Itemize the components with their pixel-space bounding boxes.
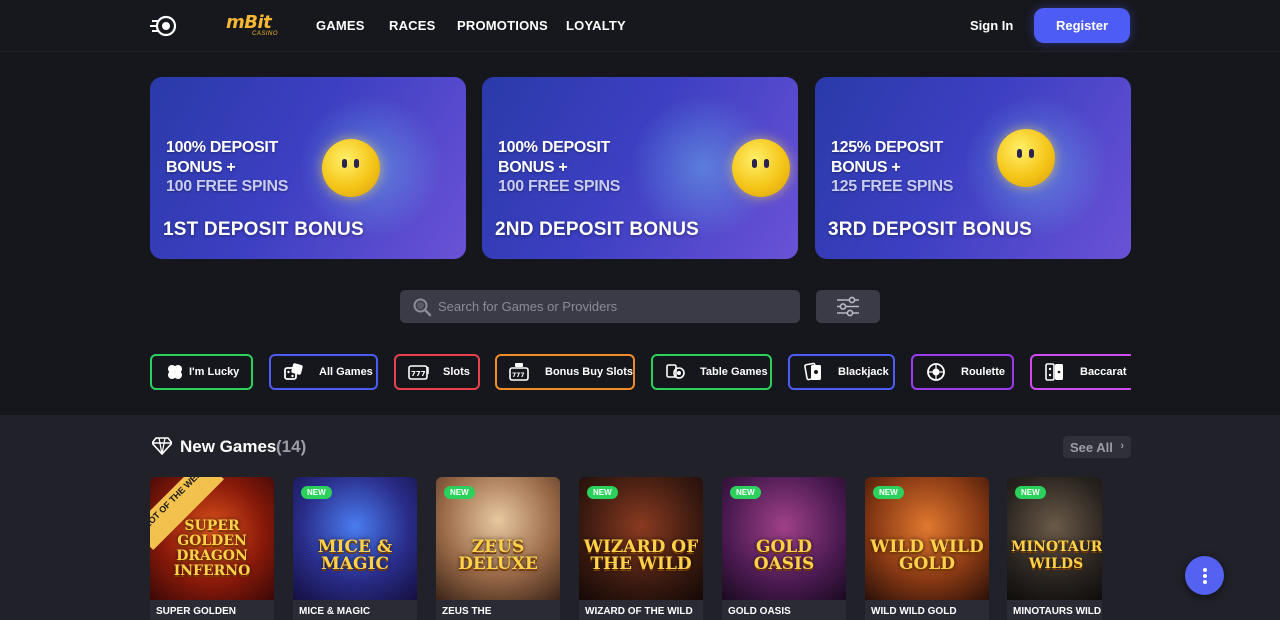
game-art-title: ZEUS DELUXE (458, 537, 538, 574)
nav-races[interactable]: RACES (389, 18, 436, 33)
clover-icon (168, 365, 182, 379)
category-table-games[interactable]: Table Games (651, 354, 772, 390)
see-all-button[interactable]: See All › (1063, 436, 1131, 458)
nav-promotions[interactable]: PROMOTIONS (457, 18, 548, 33)
promo-line-3: 100 FREE SPINS (166, 178, 289, 195)
top-header: mBit CASINO GAMES RACES PROMOTIONS LOYAL… (0, 0, 1280, 52)
game-art-title: WILD WILD GOLD (870, 537, 984, 574)
search-icon (413, 298, 432, 317)
category-slots[interactable]: 777 Slots (394, 354, 480, 390)
game-tile-mice-magic[interactable]: MICE & MAGIC NEW MICE & MAGIC (293, 477, 417, 620)
category-roulette[interactable]: Roulette (911, 354, 1014, 390)
nav-games[interactable]: GAMES (316, 18, 365, 33)
category-blackjack[interactable]: Blackjack (788, 354, 895, 390)
sliders-icon (837, 296, 859, 317)
cards-icon (804, 362, 821, 381)
promo-card-2nd-deposit[interactable]: 100% DEPOSIT BONUS + 100 FREE SPINS 2ND … (482, 77, 798, 259)
section-title: New Games (180, 437, 277, 456)
game-name: MICE & MAGIC (299, 606, 371, 617)
search-bar (400, 290, 800, 323)
category-label: Table Games (700, 366, 768, 378)
table-games-icon (666, 364, 685, 379)
casino-logo-icon[interactable] (150, 14, 178, 38)
game-tile-super-golden[interactable]: SUPER GOLDEN DRAGON INFERNO SLOT OF THE … (150, 477, 274, 620)
game-name: GOLD OASIS (728, 606, 791, 617)
promo-line-2: BONUS + (831, 159, 901, 176)
game-name: WIZARD OF THE WILD (585, 606, 693, 617)
category-label: Roulette (961, 366, 1005, 378)
brand-logo[interactable]: mBit (226, 12, 272, 33)
game-tile-wizard-of-the-wild[interactable]: WIZARD OF THE WILD NEW WIZARD OF THE WIL… (579, 477, 703, 620)
promo-line-2: BONUS + (498, 159, 568, 176)
promo-card-1st-deposit[interactable]: 100% DEPOSIT BONUS + 100 FREE SPINS 1ST … (150, 77, 466, 259)
new-badge: NEW (1015, 486, 1046, 499)
category-all-games[interactable]: All Games (269, 354, 378, 390)
filter-button[interactable] (816, 290, 880, 323)
game-art-title: MICE & MAGIC (317, 537, 393, 574)
game-tile-zeus[interactable]: ZEUS DELUXE NEW ZEUS THE (436, 477, 560, 620)
new-badge: NEW (444, 486, 475, 499)
game-name: ZEUS THE (442, 606, 492, 617)
category-baccarat[interactable]: Baccarat (1030, 354, 1131, 390)
roulette-icon (927, 363, 945, 381)
category-label: Blackjack (838, 366, 889, 378)
chevron-right-icon: › (1120, 440, 1124, 452)
kebab-menu-icon (1203, 568, 1207, 572)
promo-title: 1ST DEPOSIT BONUS (163, 219, 364, 240)
game-tile-minotaurs-wild[interactable]: MINOTAURS WILDS NEW MINOTAURS WILD (1007, 477, 1102, 620)
dice-icon (284, 363, 303, 380)
kebab-menu-icon-dot (1203, 580, 1207, 584)
category-bonus-buy-slots[interactable]: 777 Bonus Buy Slots (495, 354, 635, 390)
category-label: Bonus Buy Slots (545, 366, 634, 378)
brand-logo-sub: CASINO (252, 31, 279, 37)
category-label: All Games (319, 366, 373, 378)
new-badge: NEW (730, 486, 761, 499)
category-label: Slots (443, 366, 470, 378)
game-name: SUPER GOLDEN (156, 606, 237, 617)
game-tile-wild-wild-gold[interactable]: WILD WILD GOLD NEW WILD WILD GOLD (865, 477, 989, 620)
see-all-label: See All (1070, 439, 1113, 455)
game-art-title: MINOTAURS WILDS (1011, 539, 1102, 572)
new-badge: NEW (587, 486, 618, 499)
bonus-buy-slot-icon: 777 (509, 363, 529, 381)
sign-in-link[interactable]: Sign In (970, 18, 1013, 33)
game-art-title: WIZARD OF THE WILD (583, 537, 699, 574)
game-name: MINOTAURS WILD (1013, 606, 1102, 617)
nav-loyalty[interactable]: LOYALTY (566, 18, 626, 33)
game-art-title: GOLD OASIS (753, 537, 815, 574)
promo-line-1: 100% DEPOSIT (166, 139, 279, 156)
svg-text:777: 777 (411, 370, 426, 378)
baccarat-icon (1045, 363, 1063, 381)
category-label: I'm Lucky (189, 366, 240, 378)
coin-mascot-icon (322, 139, 380, 197)
slot-777-icon: 777 (408, 365, 429, 380)
game-tile-gold-oasis[interactable]: GOLD OASIS NEW GOLD OASIS (722, 477, 846, 620)
category-im-lucky[interactable]: I'm Lucky (150, 354, 253, 390)
section-count: (14) (276, 437, 307, 456)
game-name: WILD WILD GOLD (871, 606, 957, 617)
promo-line-1: 100% DEPOSIT (498, 139, 611, 156)
more-options-button[interactable] (1185, 556, 1224, 595)
promo-card-3rd-deposit[interactable]: 125% DEPOSIT BONUS + 125 FREE SPINS 3RD … (815, 77, 1131, 259)
new-badge: NEW (873, 486, 904, 499)
promo-line-2: BONUS + (166, 159, 236, 176)
promo-title: 2ND DEPOSIT BONUS (495, 219, 699, 240)
diamond-icon (152, 437, 172, 455)
coin-mascot-icon (732, 139, 790, 197)
new-badge: NEW (301, 486, 332, 499)
promo-line-3: 100 FREE SPINS (498, 178, 621, 195)
category-label: Baccarat (1080, 366, 1127, 378)
search-input[interactable] (438, 290, 788, 323)
astronaut-coin-mascot-icon (997, 129, 1055, 187)
kebab-menu-icon-dot (1203, 574, 1207, 578)
promo-line-3: 125 FREE SPINS (831, 178, 954, 195)
register-button[interactable]: Register (1034, 8, 1130, 43)
promo-line-1: 125% DEPOSIT (831, 139, 944, 156)
svg-text:777: 777 (512, 372, 525, 379)
promo-title: 3RD DEPOSIT BONUS (828, 219, 1032, 240)
